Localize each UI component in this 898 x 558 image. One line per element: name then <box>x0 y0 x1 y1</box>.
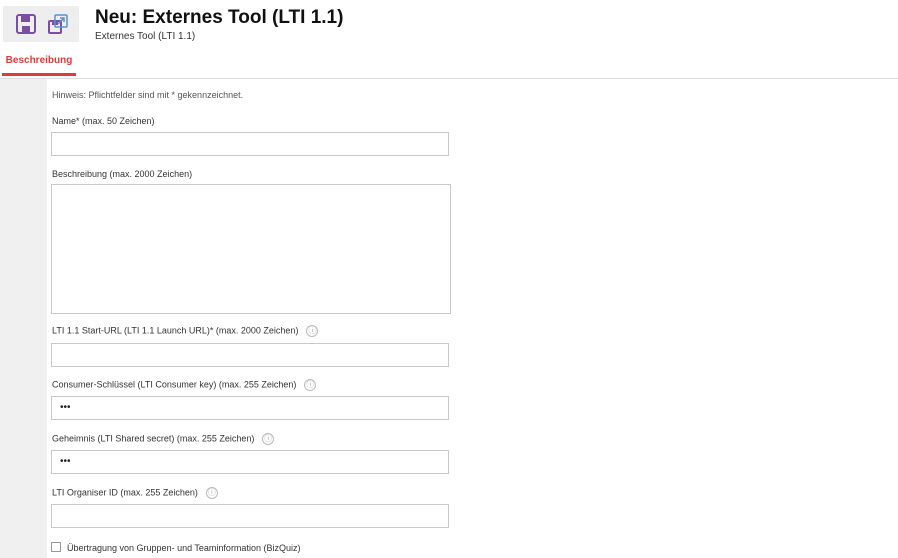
transfer-checkbox-label[interactable]: Übertragung von Gruppen- und Teaminforma… <box>67 543 300 553</box>
shared-secret-field[interactable]: ••• <box>51 450 449 474</box>
start-url-label: LTI 1.1 Start-URL (LTI 1.1 Launch URL)* … <box>52 325 299 336</box>
toolbar <box>3 6 79 42</box>
info-icon[interactable]: ⓘ <box>306 325 319 337</box>
shared-secret-label: Geheimnis (LTI Shared secret) (max. 255 … <box>52 433 255 444</box>
info-icon[interactable]: ⓘ <box>304 379 317 391</box>
shared-secret-label-row: Geheimnis (LTI Shared secret) (max. 255 … <box>52 433 275 445</box>
info-icon[interactable]: ⓘ <box>205 487 218 499</box>
page-subtitle: Externes Tool (LTI 1.1) <box>95 31 196 42</box>
description-textarea[interactable] <box>51 184 451 314</box>
left-gutter <box>0 79 47 558</box>
page-title: Neu: Externes Tool (LTI 1.1) <box>95 7 344 28</box>
description-label: Beschreibung (max. 2000 Zeichen) <box>52 169 193 179</box>
organiser-id-field[interactable] <box>51 504 449 528</box>
organiser-id-label: LTI Organiser ID (max. 255 Zeichen) <box>52 487 198 498</box>
info-icon[interactable]: ⓘ <box>262 433 275 445</box>
organiser-id-label-row: LTI Organiser ID (max. 255 Zeichen) ⓘ <box>52 487 218 499</box>
start-url-field[interactable] <box>51 343 449 367</box>
name-label: Name* (max. 50 Zeichen) <box>52 116 155 126</box>
tab-beschreibung[interactable]: Beschreibung <box>2 50 76 76</box>
consumer-key-field[interactable]: ••• <box>51 396 449 420</box>
start-url-label-row: LTI 1.1 Start-URL (LTI 1.1 Launch URL)* … <box>52 325 319 337</box>
transfer-checkbox[interactable] <box>51 542 61 552</box>
tab-divider <box>0 78 898 79</box>
name-field[interactable] <box>51 132 449 156</box>
save-and-close-icon[interactable] <box>47 13 69 35</box>
save-icon[interactable] <box>15 13 37 35</box>
consumer-key-label-row: Consumer-Schlüssel (LTI Consumer key) (m… <box>52 379 317 391</box>
consumer-key-label: Consumer-Schlüssel (LTI Consumer key) (m… <box>52 379 297 390</box>
required-hint: Hinweis: Pflichtfelder sind mit * gekenn… <box>52 90 244 100</box>
